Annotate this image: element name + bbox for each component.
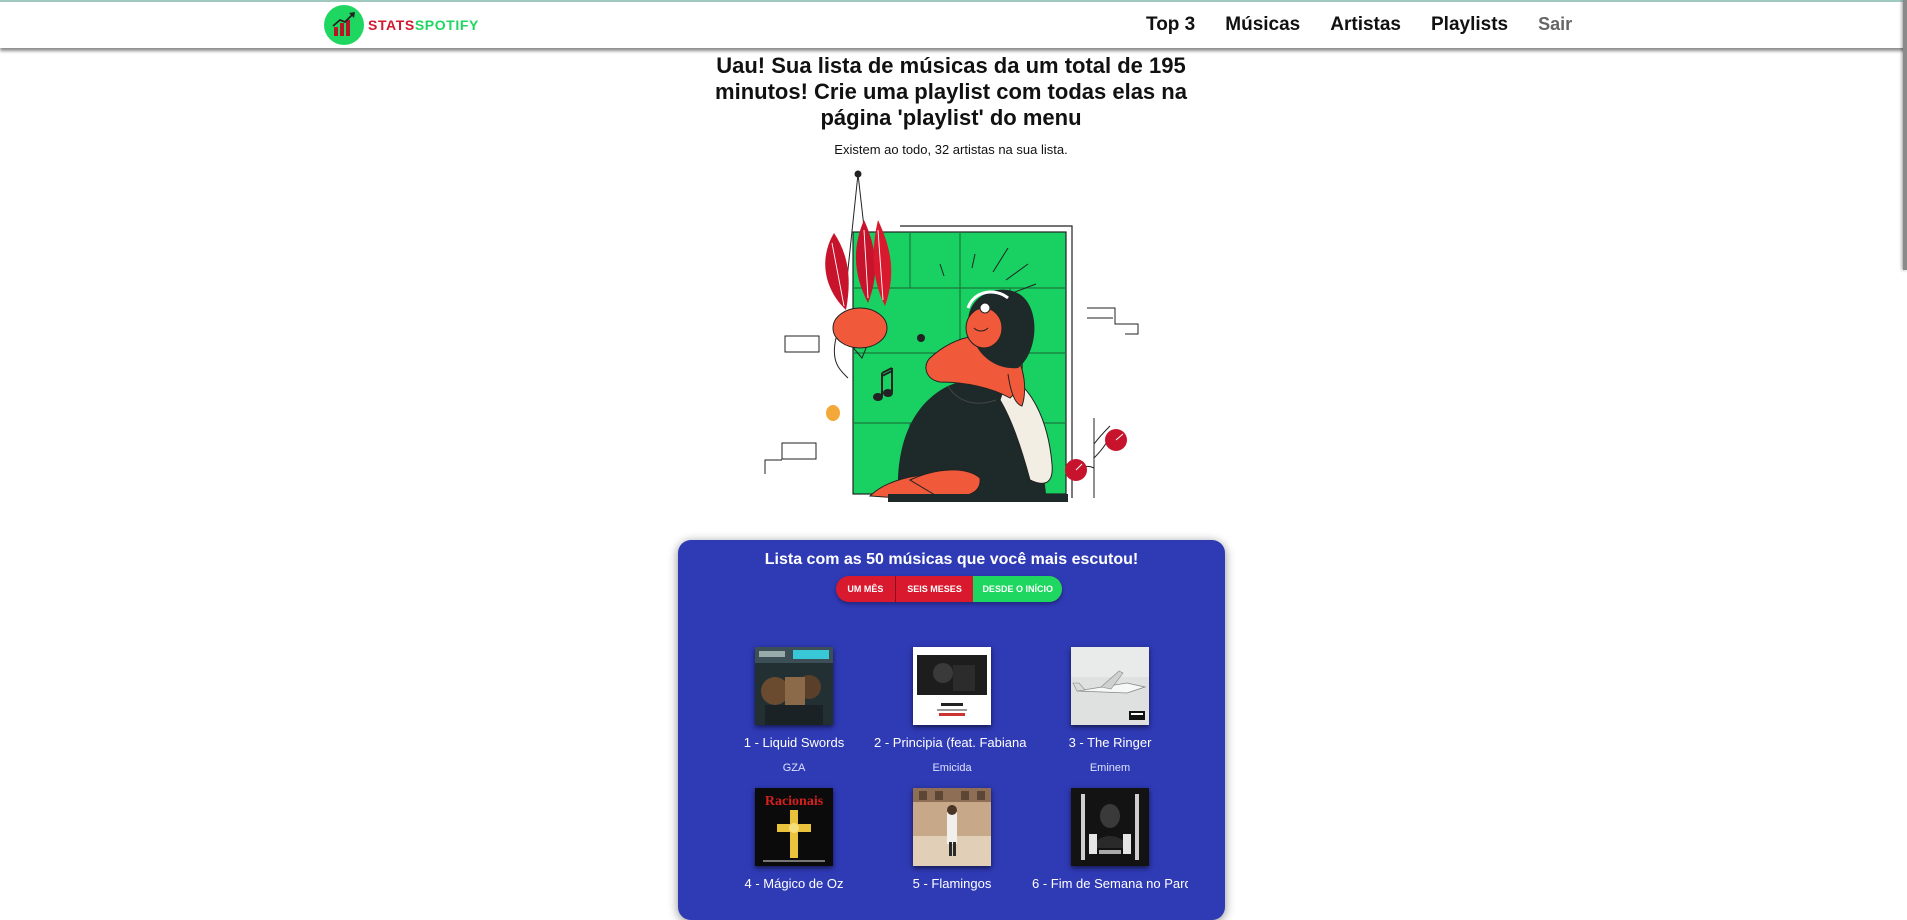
track-title[interactable]: 5 - Flamingos — [874, 876, 1030, 891]
nav-musicas-link[interactable]: Músicas — [1225, 14, 1300, 36]
nav-playlists-link[interactable]: Playlists — [1431, 14, 1508, 36]
track-card[interactable]: 6 - Fim de Semana no Parque — [1029, 788, 1191, 891]
album-cover — [755, 647, 833, 725]
track-artist: Emicida — [932, 762, 972, 774]
main-nav: Top 3 Músicas Artistas Playlists Sair — [1146, 14, 1572, 36]
page-scrollbar[interactable] — [1903, 0, 1907, 270]
bar-chart-icon — [324, 4, 364, 45]
logout-link[interactable]: Sair — [1538, 14, 1572, 36]
brand-name-part1: STATS — [368, 16, 415, 33]
track-card[interactable]: 2 - Principia (feat. Fabiana Cozza, Past… — [871, 647, 1033, 774]
top-navbar: STATSSPOTIFY Top 3 Músicas Artistas Play… — [0, 0, 1907, 48]
summary-heading: Uau! Sua lista de músicas da um total de… — [715, 53, 1187, 130]
range-all-time-button[interactable]: DESDE O INÍCIO — [973, 576, 1062, 602]
track-artist: GZA — [782, 762, 806, 774]
nav-top3-link[interactable]: Top 3 — [1146, 14, 1195, 36]
track-card[interactable]: 1 - Liquid Swords GZA — [713, 647, 875, 774]
track-card[interactable]: 5 - Flamingos — [871, 788, 1033, 891]
album-cover — [913, 647, 991, 725]
brand-logo[interactable]: STATSSPOTIFY — [324, 4, 479, 45]
racionais-cover-lettering: Racionais — [765, 794, 824, 809]
time-range-toggle: UM MÊS SEIS MESES DESDE O INÍCIO — [836, 576, 1062, 602]
top-tracks-panel: Lista com as 50 músicas que você mais es… — [678, 540, 1225, 920]
track-card[interactable]: Racionais 4 - Mágico de Oz — [713, 788, 875, 891]
range-one-month-button[interactable]: UM MÊS — [836, 576, 896, 602]
track-title[interactable]: 2 - Principia (feat. Fabiana Cozza, Past… — [874, 735, 1030, 750]
track-title[interactable]: 6 - Fim de Semana no Parque — [1032, 876, 1188, 891]
brand-name-part2: SPOTIFY — [414, 16, 479, 33]
track-card[interactable]: 3 - The Ringer Eminem — [1029, 647, 1191, 774]
range-six-months-button[interactable]: SEIS MESES — [896, 576, 974, 602]
listening-woman-illustration — [764, 170, 1139, 502]
nav-artistas-link[interactable]: Artistas — [1330, 14, 1401, 36]
track-title[interactable]: 1 - Liquid Swords — [716, 735, 872, 750]
track-title[interactable]: 4 - Mágico de Oz — [716, 876, 872, 891]
artist-count-text: Existem ao todo, 32 artistas na sua list… — [834, 142, 1068, 157]
album-cover — [1071, 788, 1149, 866]
album-cover — [1071, 647, 1149, 725]
track-title[interactable]: 3 - The Ringer — [1032, 735, 1188, 750]
track-artist: Eminem — [1089, 762, 1131, 774]
panel-title: Lista com as 50 músicas que você mais es… — [764, 551, 1139, 568]
brand-name: STATSSPOTIFY — [368, 17, 479, 33]
album-cover — [913, 788, 991, 866]
album-cover: Racionais — [755, 788, 833, 866]
